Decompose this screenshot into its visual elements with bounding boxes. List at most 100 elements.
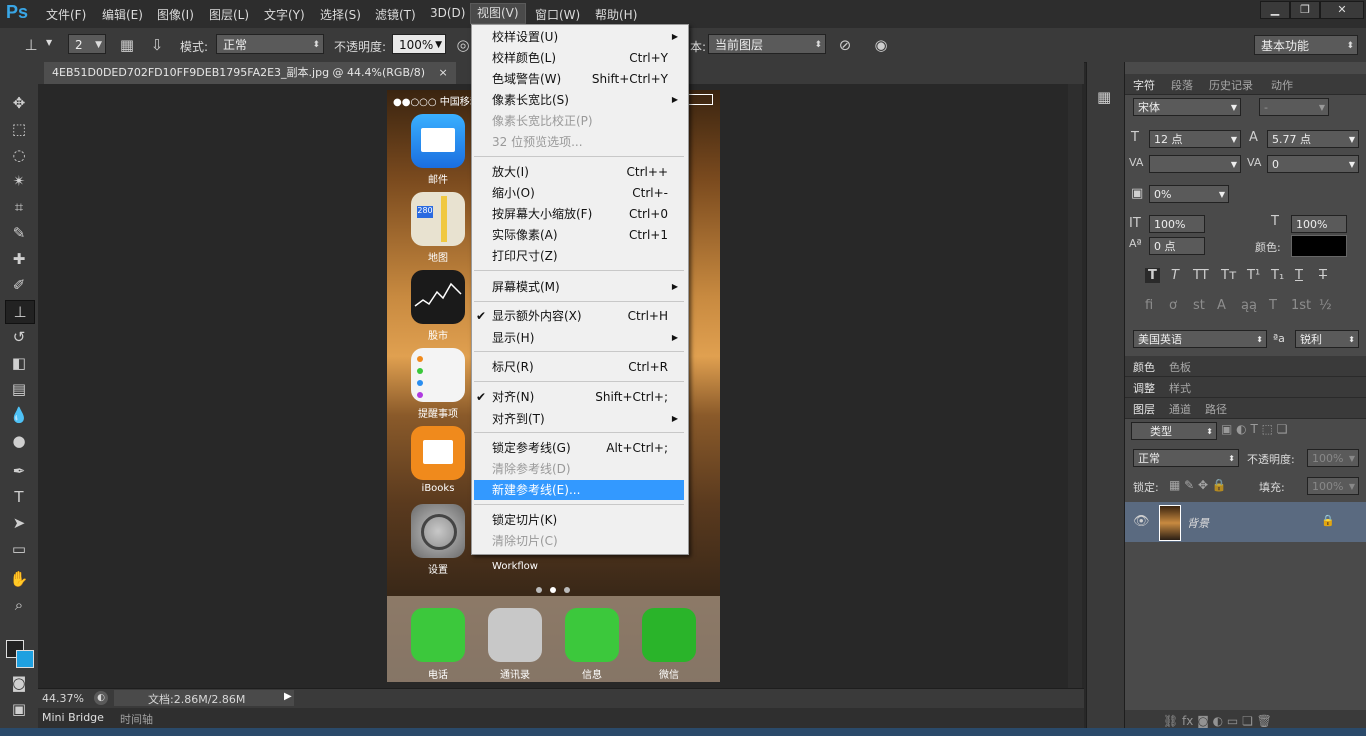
healing-brush-tool-icon[interactable]: ✚ [5, 248, 33, 270]
menuitem-print-size[interactable]: 打印尺寸(Z) [472, 246, 686, 266]
minimize-button[interactable]: ▁ [1260, 1, 1290, 19]
menu-layer[interactable]: 图层(L) [209, 6, 249, 23]
menu-file[interactable]: 文件(F) [46, 6, 86, 23]
brush-tool-icon[interactable]: ✐ [5, 274, 33, 296]
pen-tool-icon[interactable]: ✒ [5, 460, 33, 482]
brush-size-picker[interactable]: 2 ▼ [68, 34, 106, 54]
tab-actions[interactable]: 动作 [1271, 77, 1293, 93]
menu-image[interactable]: 图像(I) [157, 6, 194, 23]
menuitem-gamut-warning[interactable]: 色域警告(W) Shift+Ctrl+Y [472, 69, 686, 89]
tab-styles[interactable]: 样式 [1169, 380, 1191, 396]
menuitem-lock-slices[interactable]: 锁定切片(K) [472, 510, 686, 530]
move-tool-icon[interactable]: ✥ [5, 92, 33, 114]
discretionary-ligatures-icon[interactable]: st [1193, 298, 1205, 313]
menuitem-screen-mode[interactable]: 屏幕模式(M) ▶ [472, 277, 686, 297]
restore-button[interactable]: ❐ [1290, 1, 1320, 19]
old-style-icon[interactable]: ơ [1169, 298, 1177, 313]
clone-stamp-tool-icon[interactable]: ⊥ [5, 300, 35, 324]
document-tab-close-icon[interactable]: × [439, 66, 448, 79]
menuitem-show[interactable]: 显示(H) ▶ [472, 328, 686, 348]
menuitem-zoom-out[interactable]: 缩小(O) Ctrl+- [472, 183, 686, 203]
tab-swatches[interactable]: 色板 [1169, 359, 1191, 375]
rectangle-tool-icon[interactable]: ▭ [5, 538, 33, 560]
swash-icon[interactable]: A [1217, 298, 1226, 313]
menuitem-lock-guides[interactable]: 锁定参考线(G) Alt+Ctrl+; [472, 438, 686, 458]
menuitem-new-guide[interactable]: 新建参考线(E)... [474, 480, 684, 500]
faux-bold-icon[interactable]: T [1145, 268, 1160, 283]
menuitem-actual-pixels[interactable]: 实际像素(A) Ctrl+1 [472, 225, 686, 245]
preset-dropdown-icon[interactable]: ▼ [46, 38, 52, 47]
gradient-tool-icon[interactable]: ▤ [5, 378, 33, 400]
magic-wand-tool-icon[interactable]: ✴ [5, 170, 33, 192]
sample-dropdown[interactable]: 当前图层 ⬍ [708, 34, 826, 54]
layer-blend-mode-dropdown[interactable]: 正常 ⬍ [1133, 449, 1239, 467]
subscript-icon[interactable]: T₁ [1271, 268, 1284, 283]
underline-icon[interactable]: T [1295, 268, 1303, 283]
tracking-dropdown[interactable]: 0 ▼ [1267, 155, 1359, 173]
language-dropdown[interactable]: 美国英语 ⬍ [1133, 330, 1267, 348]
status-info-icon[interactable]: ◐ [94, 691, 108, 705]
menu-window[interactable]: 窗口(W) [535, 6, 580, 23]
clone-source-icon[interactable]: ⇩ [146, 34, 168, 56]
strikethrough-icon[interactable]: T [1319, 268, 1327, 283]
menu-select[interactable]: 选择(S) [320, 6, 361, 23]
lasso-tool-icon[interactable]: ◌ [5, 144, 33, 166]
horizontal-scale-input[interactable]: 100% [1291, 215, 1347, 233]
type-tool-icon[interactable]: T [5, 486, 33, 508]
all-caps-icon[interactable]: TT [1193, 268, 1209, 283]
menu-view[interactable]: 视图(V) [470, 3, 526, 24]
menu-type[interactable]: 文字(Y) [264, 6, 305, 23]
layer-opacity-input[interactable]: 100% ▼ [1307, 449, 1359, 467]
marquee-tool-icon[interactable]: ⬚ [5, 118, 33, 140]
tab-adjustments[interactable]: 调整 [1133, 380, 1155, 396]
antialias-dropdown[interactable]: 锐利 ⬍ [1295, 330, 1359, 348]
menuitem-proof-colors[interactable]: 校样颜色(L) Ctrl+Y [472, 48, 686, 68]
crop-tool-icon[interactable]: ⌗ [5, 196, 33, 218]
layer-filter-icons[interactable]: ▣ ◐ T ⬚ ❏ [1221, 422, 1288, 436]
menuitem-proof-setup[interactable]: 校样设置(U) ▶ [472, 27, 686, 47]
tab-channels[interactable]: 通道 [1169, 401, 1191, 417]
properties-panel-icon[interactable]: ▦ [1097, 88, 1111, 106]
tab-history[interactable]: 历史记录 [1209, 77, 1253, 93]
leading-dropdown[interactable]: 5.77 点 ▼ [1267, 130, 1359, 148]
screen-mode-icon[interactable]: ▣ [5, 698, 33, 720]
history-brush-tool-icon[interactable]: ↺ [5, 326, 33, 348]
lock-icons[interactable]: ▦ ✎ ✥ 🔒 [1169, 478, 1227, 492]
layer-visibility-eye-icon[interactable]: 👁 [1133, 514, 1150, 529]
opacity-input[interactable]: 100% ▼ [392, 34, 446, 54]
superscript-icon[interactable]: T¹ [1247, 268, 1260, 283]
menu-help[interactable]: 帮助(H) [595, 6, 637, 23]
faux-italic-icon[interactable]: T [1171, 268, 1179, 283]
titling-icon[interactable]: T [1269, 298, 1277, 313]
tab-timeline[interactable]: 时间轴 [120, 711, 153, 727]
tab-paths[interactable]: 路径 [1205, 401, 1227, 417]
layer-row-background[interactable]: 👁 背景 🔒 [1125, 502, 1366, 542]
layer-fill-input[interactable]: 100% ▼ [1307, 477, 1359, 495]
stamp-tool-preset-icon[interactable]: ⊥ [20, 34, 42, 56]
hand-tool-icon[interactable]: ✋ [5, 568, 33, 590]
document-tab[interactable]: 4EB51D0DED702FD10FF9DEB1795FA2E3_副本.jpg … [44, 62, 456, 84]
menu-filter[interactable]: 滤镜(T) [375, 6, 416, 23]
tab-mini-bridge[interactable]: Mini Bridge [42, 711, 104, 724]
brush-panel-icon[interactable]: ▦ [116, 34, 138, 56]
menuitem-fit-on-screen[interactable]: 按屏幕大小缩放(F) Ctrl+0 [472, 204, 686, 224]
stylistic-alternates-icon[interactable]: ąą [1241, 298, 1257, 313]
ignore-adjustment-icon[interactable]: ⊘ [834, 34, 856, 56]
text-color-swatch[interactable] [1291, 235, 1347, 257]
close-window-button[interactable]: ✕ [1320, 1, 1364, 19]
quick-mask-icon[interactable]: ◙ [5, 672, 33, 694]
tab-paragraph[interactable]: 段落 [1171, 77, 1193, 93]
tsume-dropdown[interactable]: 0% ▼ [1149, 185, 1229, 203]
layers-footer-icons[interactable]: ⛓ fx ◙ ◐ ▭ ❏ 🗑 [1163, 714, 1272, 728]
menuitem-rulers[interactable]: 标尺(R) Ctrl+R [472, 357, 686, 377]
fractions-icon[interactable]: ½ [1319, 298, 1332, 313]
blur-tool-icon[interactable]: 💧 [5, 404, 33, 426]
tab-character[interactable]: 字符 [1133, 77, 1155, 93]
menuitem-snap-to[interactable]: 对齐到(T) ▶ [472, 409, 686, 429]
status-menu-arrow-icon[interactable]: ▶ [284, 691, 292, 702]
workspace-dropdown[interactable]: 基本功能 ⬍ [1254, 35, 1358, 55]
font-size-dropdown[interactable]: 12 点 ▼ [1149, 130, 1241, 148]
tab-color[interactable]: 颜色 [1133, 359, 1155, 375]
tab-layers[interactable]: 图层 [1133, 401, 1155, 417]
menuitem-pixel-aspect-ratio[interactable]: 像素长宽比(S) ▶ [472, 90, 686, 110]
